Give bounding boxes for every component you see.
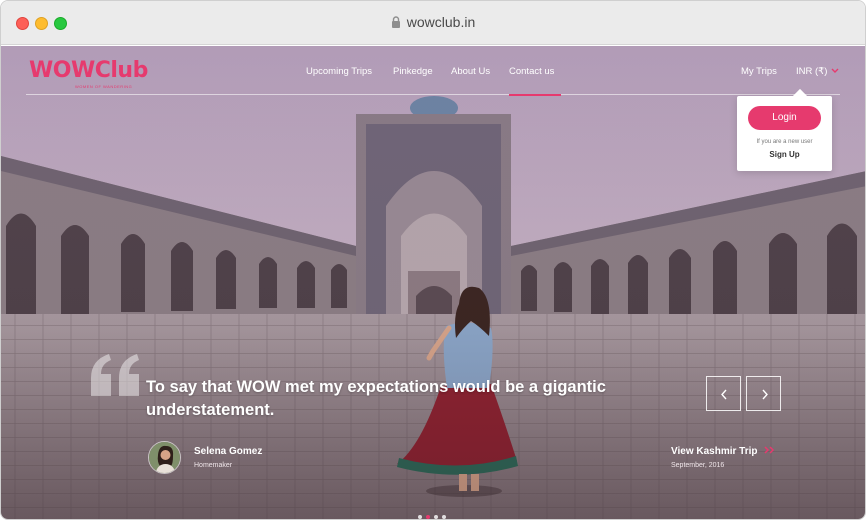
double-chevron-right-icon bbox=[764, 446, 775, 454]
logo-text: WOWClub bbox=[29, 58, 148, 83]
lock-icon bbox=[391, 16, 400, 28]
testimonial-quote: To say that WOW met my expectations woul… bbox=[146, 378, 606, 419]
testimonial-author-role: Homemaker bbox=[194, 462, 233, 469]
avatar bbox=[148, 441, 181, 474]
trip-date: September, 2016 bbox=[671, 462, 725, 469]
header-divider bbox=[26, 94, 840, 95]
nav-my-trips[interactable]: My Trips bbox=[741, 66, 777, 77]
view-trip-label: View Kashmir Trip bbox=[671, 446, 758, 457]
chevron-down-icon[interactable] bbox=[831, 68, 839, 74]
carousel-dot-4[interactable] bbox=[442, 515, 446, 519]
active-nav-indicator bbox=[509, 94, 561, 96]
nav-upcoming-trips[interactable]: Upcoming Trips bbox=[306, 66, 372, 77]
browser-titlebar: wowclub.in bbox=[1, 1, 865, 45]
nav-pinkedge[interactable]: Pinkedge bbox=[393, 66, 433, 77]
carousel-pagination bbox=[418, 506, 450, 519]
quote-icon bbox=[91, 354, 139, 396]
hero-section: WOWClub WOMEN OF WANDERING Upcoming Trip… bbox=[1, 46, 865, 519]
nav-contact-us[interactable]: Contact us bbox=[509, 66, 554, 77]
browser-window: wowclub.in WOWClub WOMEN OF WANDERING Up… bbox=[0, 0, 866, 520]
currency-selector[interactable]: INR (₹) bbox=[796, 66, 827, 77]
view-trip-link[interactable]: View Kashmir Trip bbox=[671, 446, 776, 457]
carousel-dot-1[interactable] bbox=[418, 515, 422, 519]
new-user-text: If you are a new user bbox=[756, 139, 813, 145]
testimonial-author-name: Selena Gomez bbox=[194, 446, 263, 457]
chevron-left-icon bbox=[721, 389, 727, 400]
login-button[interactable]: Login bbox=[748, 106, 821, 130]
next-slide-button[interactable] bbox=[746, 376, 781, 411]
nav-about-us[interactable]: About Us bbox=[451, 66, 490, 77]
logo-subtitle: WOMEN OF WANDERING bbox=[75, 84, 133, 89]
previous-slide-button[interactable] bbox=[706, 376, 741, 411]
address-bar[interactable]: wowclub.in bbox=[1, 14, 865, 30]
signup-link[interactable]: Sign Up bbox=[737, 150, 832, 159]
carousel-dot-3[interactable] bbox=[434, 515, 438, 519]
carousel-dot-2[interactable] bbox=[426, 515, 430, 519]
login-dropdown: Login If you are a new user Sign Up bbox=[737, 96, 832, 171]
site-logo[interactable]: WOWClub WOMEN OF WANDERING bbox=[29, 58, 153, 90]
chevron-right-icon bbox=[762, 389, 768, 400]
url-text: wowclub.in bbox=[406, 14, 476, 30]
